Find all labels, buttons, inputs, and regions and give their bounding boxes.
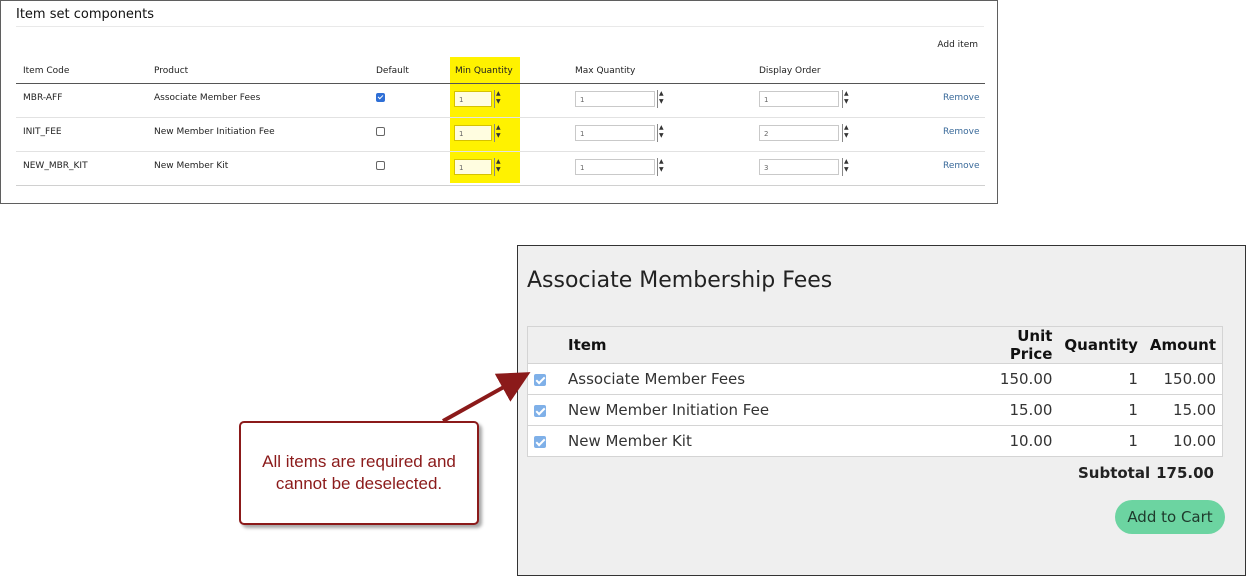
components-table: Item Code Product Default Min Quantity M… xyxy=(16,57,985,186)
min-quantity-stepper[interactable]: ▲ ▼ xyxy=(494,158,502,176)
table-row: Associate Member Fees 150.00 1 150.00 xyxy=(527,363,1223,395)
title-divider xyxy=(16,26,984,27)
product-cell: New Member Initiation Fee xyxy=(154,127,275,137)
max-quantity-stepper[interactable]: ▲ ▼ xyxy=(657,124,665,142)
panel-title: Item set components xyxy=(16,7,155,22)
table-row: INIT_FEE New Member Initiation Fee 1 ▲ ▼ … xyxy=(16,118,985,152)
subtotal-label: Subtotal xyxy=(1077,464,1151,482)
product-cell: Associate Member Fees xyxy=(154,93,261,103)
min-quantity-input[interactable]: 1 xyxy=(454,125,492,141)
table-row: NEW_MBR_KIT New Member Kit 1 ▲ ▼ 1 ▲ ▼ 3 ▲… xyxy=(16,152,985,186)
unit-price-cell: 150.00 xyxy=(972,363,1059,395)
min-quantity-stepper[interactable]: ▲ ▼ xyxy=(494,124,502,142)
header-quantity: Quantity xyxy=(1058,326,1144,364)
table-header-row: Item Code Product Default Min Quantity M… xyxy=(16,57,985,84)
header-item: Item xyxy=(562,326,973,364)
item-code-cell: INIT_FEE xyxy=(23,127,62,137)
max-quantity-stepper[interactable]: ▲ ▼ xyxy=(657,90,665,108)
annotation-callout: All items are required and cannot be des… xyxy=(239,421,479,525)
subtotal-value: 175.00 xyxy=(1156,464,1214,482)
remove-link[interactable]: Remove xyxy=(943,93,980,103)
unit-price-cell: 15.00 xyxy=(972,394,1059,426)
display-order-input[interactable]: 3 xyxy=(759,159,839,175)
min-quantity-input[interactable]: 1 xyxy=(454,159,492,175)
max-quantity-input[interactable]: 1 xyxy=(575,91,655,107)
item-name-cell: Associate Member Fees xyxy=(562,363,973,395)
item-set-components-panel: Item set components Add item Item Code P… xyxy=(0,0,998,204)
display-order-stepper[interactable]: ▲ ▼ xyxy=(842,124,850,142)
display-order-stepper[interactable]: ▲ ▼ xyxy=(842,158,850,176)
max-quantity-stepper[interactable]: ▲ ▼ xyxy=(657,158,665,176)
unit-price-cell: 10.00 xyxy=(972,425,1059,457)
min-quantity-input[interactable]: 1 xyxy=(454,91,492,107)
add-to-cart-button[interactable]: Add to Cart xyxy=(1115,500,1225,534)
header-amount: Amount xyxy=(1143,326,1223,364)
max-quantity-input[interactable]: 1 xyxy=(575,159,655,175)
remove-link[interactable]: Remove xyxy=(943,161,980,171)
row-checkbox-cell xyxy=(527,394,562,426)
header-display-order: Display Order xyxy=(759,66,821,76)
add-item-link[interactable]: Add item xyxy=(937,40,978,50)
storefront-item-set-panel: Associate Membership Fees Item Unit Pric… xyxy=(517,245,1246,576)
quantity-cell: 1 xyxy=(1058,363,1144,395)
header-unit-price: Unit Price xyxy=(972,326,1059,364)
item-set-table: Item Unit Price Quantity Amount Associat… xyxy=(527,326,1223,457)
item-checkbox[interactable] xyxy=(534,373,546,386)
header-min-quantity: Min Quantity xyxy=(455,66,513,76)
table-row: New Member Initiation Fee 15.00 1 15.00 xyxy=(527,394,1223,426)
default-checkbox[interactable] xyxy=(376,93,385,102)
header-max-quantity: Max Quantity xyxy=(575,66,636,76)
screenshot-canvas: Item set components Add item Item Code P… xyxy=(0,0,1246,576)
header-default: Default xyxy=(376,66,409,76)
quantity-cell: 1 xyxy=(1058,425,1144,457)
header-product: Product xyxy=(154,66,189,76)
item-name-cell: New Member Initiation Fee xyxy=(562,394,973,426)
item-checkbox[interactable] xyxy=(534,435,546,448)
header-item-code: Item Code xyxy=(23,66,70,76)
quantity-cell: 1 xyxy=(1058,394,1144,426)
callout-line-1: All items are required and xyxy=(262,452,456,471)
default-checkbox[interactable] xyxy=(376,127,385,136)
amount-cell: 15.00 xyxy=(1143,394,1223,426)
subtotal: Subtotal 175.00 xyxy=(1072,464,1214,482)
row-checkbox-cell xyxy=(527,425,562,457)
product-cell: New Member Kit xyxy=(154,161,229,171)
table-row: MBR-AFF Associate Member Fees 1 ▲ ▼ 1 ▲ ▼ … xyxy=(16,84,985,118)
callout-line-2: cannot be deselected. xyxy=(275,474,443,493)
amount-cell: 10.00 xyxy=(1143,425,1223,457)
table-header-row: Item Unit Price Quantity Amount xyxy=(527,326,1223,364)
item-name-cell: New Member Kit xyxy=(562,425,973,457)
min-quantity-stepper[interactable]: ▲ ▼ xyxy=(494,90,502,108)
item-checkbox[interactable] xyxy=(534,404,546,417)
item-code-cell: MBR-AFF xyxy=(23,93,63,103)
row-checkbox-cell xyxy=(527,363,562,395)
table-row: New Member Kit 10.00 1 10.00 xyxy=(527,425,1223,457)
display-order-input[interactable]: 2 xyxy=(759,125,839,141)
item-code-cell: NEW_MBR_KIT xyxy=(23,161,88,171)
display-order-stepper[interactable]: ▲ ▼ xyxy=(842,90,850,108)
default-checkbox[interactable] xyxy=(376,161,385,170)
max-quantity-input[interactable]: 1 xyxy=(575,125,655,141)
header-checkbox-col xyxy=(527,326,562,364)
amount-cell: 150.00 xyxy=(1143,363,1223,395)
display-order-input[interactable]: 1 xyxy=(759,91,839,107)
item-set-title: Associate Membership Fees xyxy=(527,268,833,293)
remove-link[interactable]: Remove xyxy=(943,127,980,137)
